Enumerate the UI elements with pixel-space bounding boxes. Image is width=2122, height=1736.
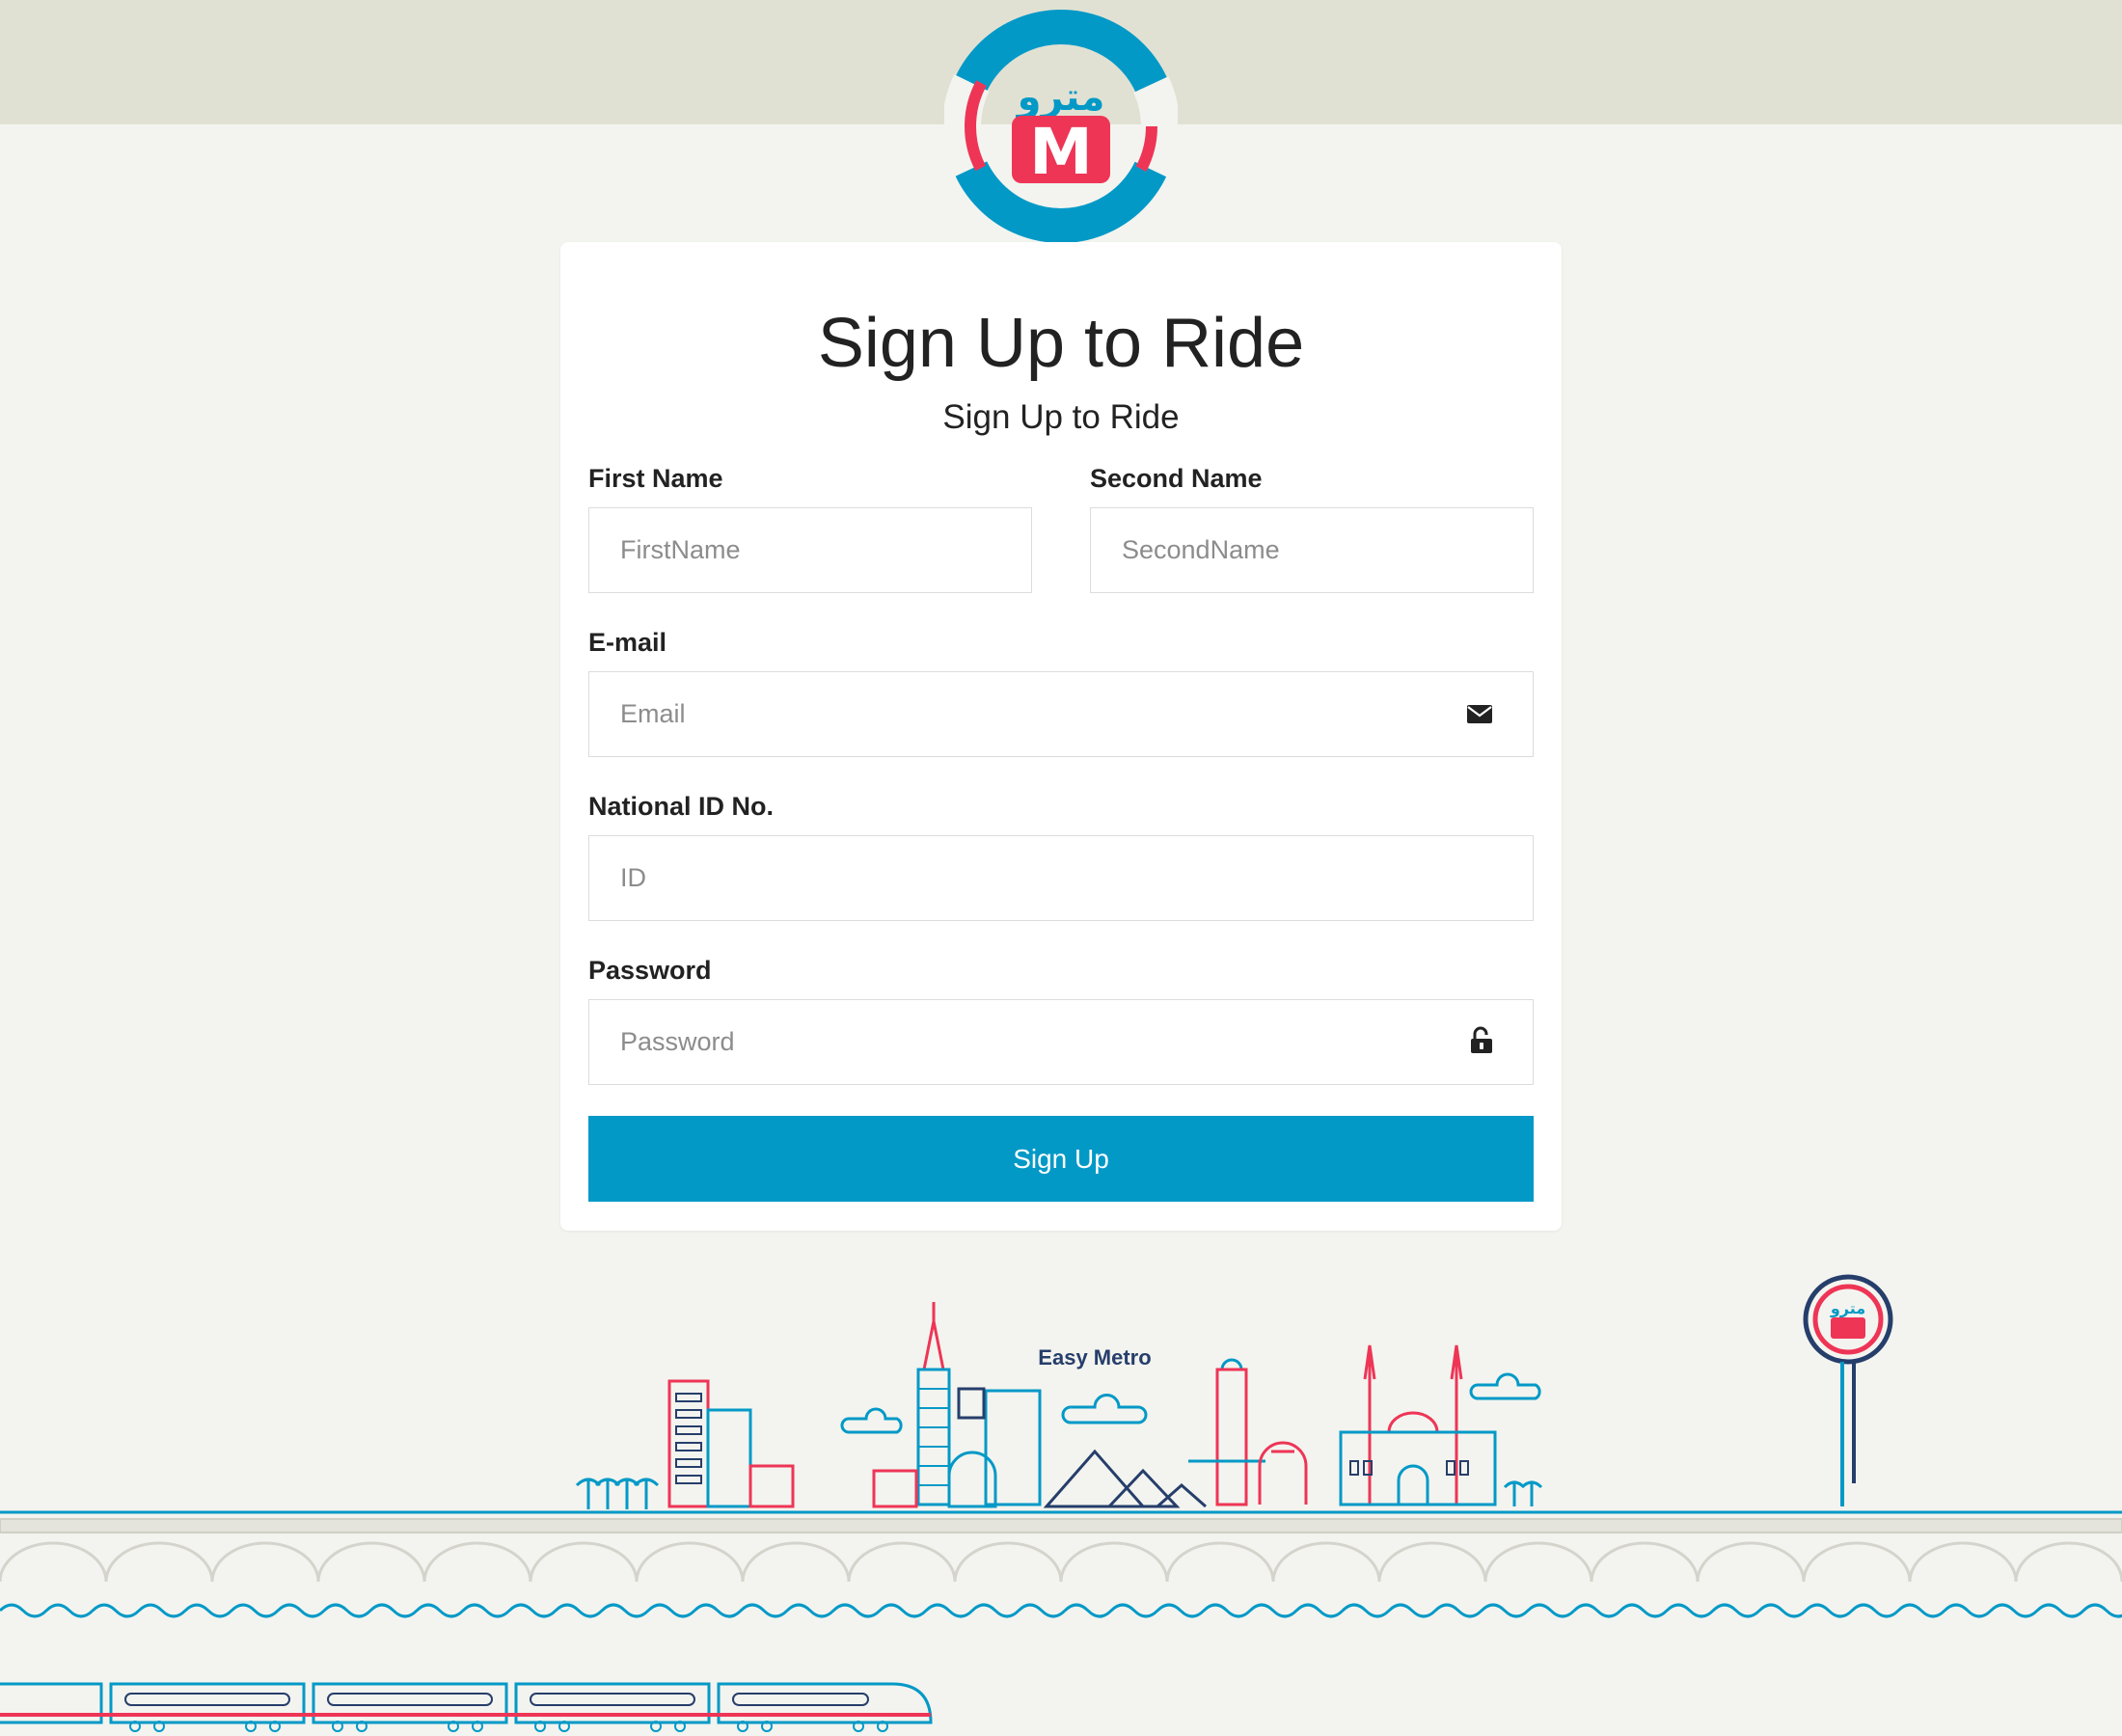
email-label: E-mail — [588, 628, 667, 657]
logo-arabic-text: مترو — [1016, 75, 1105, 120]
page-subtitle: Sign Up to Ride — [942, 398, 1180, 436]
envelope-icon — [1467, 705, 1492, 723]
metro-sign-text: مترو — [1830, 1299, 1865, 1317]
sphinx-icon — [1258, 1441, 1308, 1505]
metro-logo-icon: مترو M — [944, 10, 1178, 243]
password-label: Password — [588, 956, 712, 985]
email-input[interactable] — [588, 671, 1534, 757]
first-name-input[interactable] — [588, 507, 1032, 593]
river-waves-icon — [0, 1603, 2122, 1618]
second-name-label: Second Name — [1090, 464, 1263, 493]
tall-red-building-icon — [667, 1379, 795, 1508]
easy-metro-caption: Easy Metro — [1038, 1345, 1151, 1370]
mosque-icon — [1339, 1344, 1497, 1506]
city-skyline-illustration: Easy Metro مترو — [0, 1274, 2122, 1732]
cairo-tower-icon — [872, 1302, 1042, 1508]
logo-letter: M — [1029, 115, 1093, 189]
metro-sign-icon: مترو — [1803, 1274, 1893, 1506]
sign-up-button[interactable]: Sign Up — [588, 1116, 1534, 1202]
minaret-tower-icon — [1188, 1358, 1265, 1506]
pyramids-icon — [1043, 1449, 1207, 1508]
palm-trees-right-icon — [1503, 1480, 1543, 1506]
national-id-label: National ID No. — [588, 792, 775, 821]
metro-train-icon — [0, 1682, 933, 1732]
unlock-icon — [1471, 1026, 1492, 1053]
palm-trees-left-icon — [575, 1478, 660, 1509]
bridge-arches-icon — [0, 1541, 2122, 1583]
second-name-input[interactable] — [1090, 507, 1534, 593]
signup-card: Sign Up to Ride Sign Up to Ride First Na… — [560, 242, 1562, 1231]
first-name-label: First Name — [588, 464, 723, 493]
page-title: Sign Up to Ride — [817, 305, 1305, 382]
national-id-input[interactable] — [588, 835, 1534, 921]
password-input[interactable] — [588, 999, 1534, 1085]
